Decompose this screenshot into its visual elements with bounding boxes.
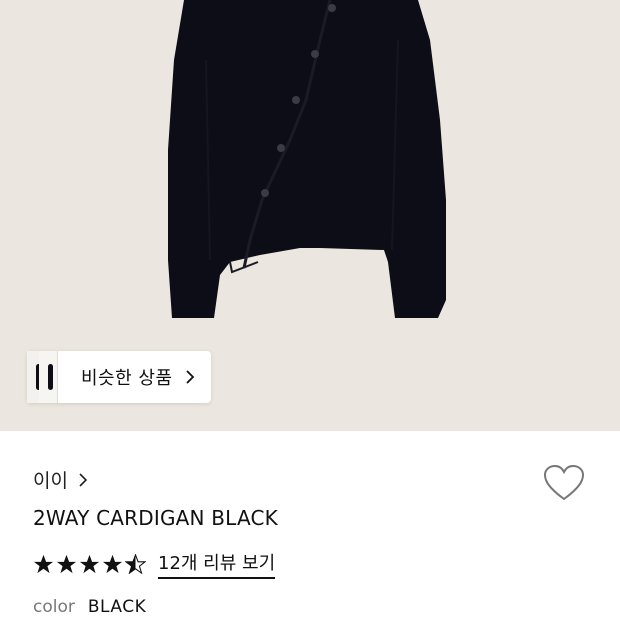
- product-image[interactable]: 비슷한 상품: [0, 0, 620, 431]
- rating-stars: [33, 554, 148, 574]
- reviews-link[interactable]: 12개 리뷰 보기: [158, 549, 276, 579]
- similar-products-thumbnails: [27, 351, 67, 403]
- product-title: 2WAY CARDIGAN BLACK: [33, 506, 278, 530]
- half-star-icon: [125, 554, 146, 574]
- similar-products-label: 비슷한 상품: [81, 368, 173, 389]
- rating-row: 12개 리뷰 보기: [33, 549, 276, 579]
- star-icon: [56, 554, 77, 574]
- brand-name: 이이: [33, 470, 68, 492]
- star-icon: [33, 554, 54, 574]
- star-icon: [102, 554, 123, 574]
- brand-link[interactable]: 이이: [33, 466, 88, 493]
- similar-product-thumbnail: [39, 351, 58, 403]
- color-option: color BLACK: [33, 597, 146, 617]
- product-info: 이이 2WAY CARDIGAN BLACK 12개 리뷰 보기 color B…: [0, 431, 620, 620]
- similar-products-button[interactable]: 비슷한 상품: [27, 351, 211, 403]
- heart-outline-icon[interactable]: [543, 464, 585, 502]
- color-label: color: [33, 597, 75, 617]
- chevron-right-icon: [79, 472, 88, 487]
- chevron-right-icon: [185, 370, 194, 384]
- color-value: BLACK: [87, 597, 147, 617]
- star-icon: [79, 554, 100, 574]
